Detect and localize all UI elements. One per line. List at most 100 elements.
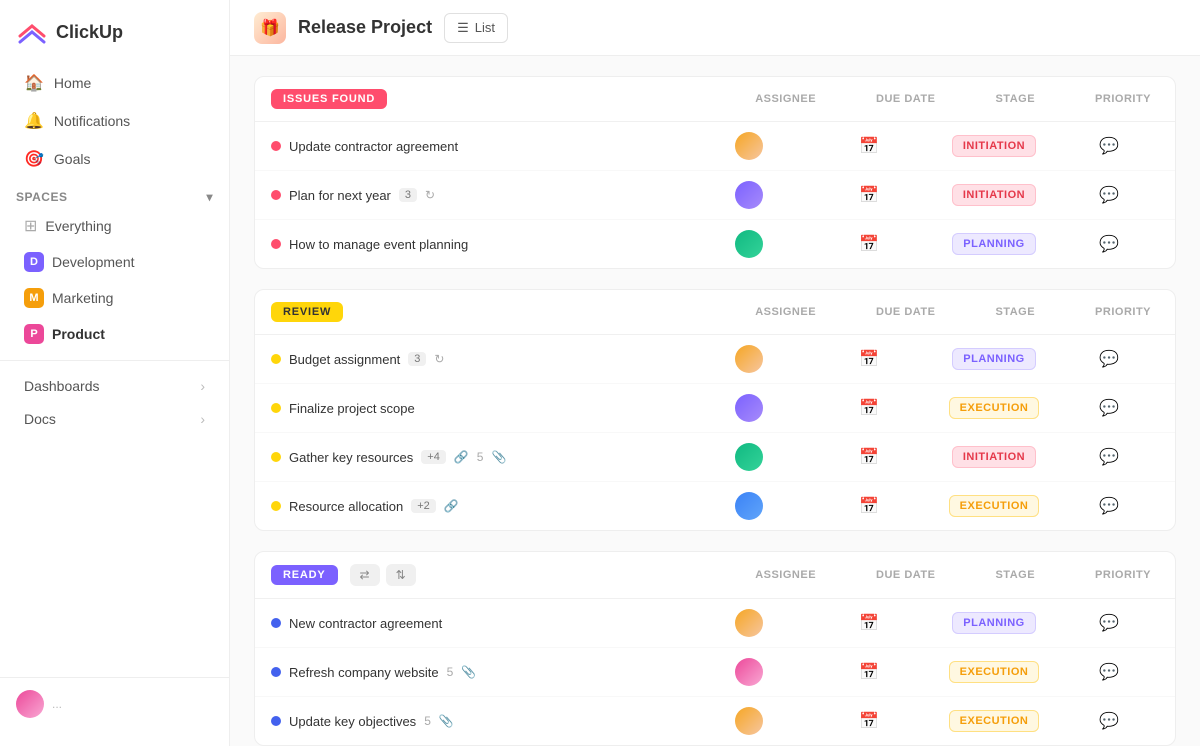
filter-btn[interactable]: ⇄ <box>350 564 380 586</box>
stage-badge: EXECUTION <box>949 710 1040 732</box>
task-row[interactable]: How to manage event planning 📅 PLANNING … <box>255 220 1175 268</box>
list-view-tab[interactable]: ☰ List <box>444 13 508 43</box>
task-name-text: How to manage event planning <box>289 237 468 252</box>
link-icon: 🔗 <box>454 450 469 464</box>
section-review-header: REVIEW ASSIGNEE DUE DATE STAGE PRIORITY <box>255 290 1175 335</box>
stage-badge: INITIATION <box>952 446 1036 468</box>
user-avatar <box>16 690 44 718</box>
task-name-text: Budget assignment <box>289 352 400 367</box>
nav-home[interactable]: 🏠 Home <box>8 65 221 101</box>
sort-icon: ⇅ <box>396 568 406 582</box>
stage-badge: PLANNING <box>952 233 1035 255</box>
calendar-icon: 📅 <box>859 711 879 731</box>
marketing-dot: M <box>24 288 44 308</box>
sidebar: ClickUp 🏠 Home 🔔 Notifications 🎯 Goals S… <box>0 0 230 746</box>
calendar-icon: 📅 <box>859 234 879 254</box>
task-dot <box>271 141 281 151</box>
task-row[interactable]: Finalize project scope 📅 EXECUTION 💬 <box>255 384 1175 433</box>
col-assignee-2: ASSIGNEE <box>755 569 816 581</box>
sidebar-item-development[interactable]: D Development <box>8 245 221 279</box>
task-dot <box>271 501 281 511</box>
task-row[interactable]: Update contractor agreement 📅 INITIATION… <box>255 122 1175 171</box>
user-area: ... <box>0 677 229 730</box>
development-dot: D <box>24 252 44 272</box>
comment-icon: 💬 <box>1099 613 1119 633</box>
ready-badge: READY <box>271 565 338 585</box>
task-dot <box>271 354 281 364</box>
task-row[interactable]: Budget assignment 3 ↻ 📅 PLANNING 💬 <box>255 335 1175 384</box>
section-issues-found: ISSUES FOUND ASSIGNEE DUE DATE STAGE PRI… <box>254 76 1176 269</box>
comment-icon: 💬 <box>1099 136 1119 156</box>
stage-badge: EXECUTION <box>949 661 1040 683</box>
task-name-text: Refresh company website <box>289 665 439 680</box>
col-duedate-2: DUE DATE <box>876 569 935 581</box>
task-count: 3 <box>408 352 426 366</box>
review-badge: REVIEW <box>271 302 343 322</box>
paperclip-icon: 📎 <box>491 450 506 464</box>
calendar-icon: 📅 <box>859 613 879 633</box>
col-duedate-0: DUE DATE <box>876 93 935 105</box>
sidebar-item-product[interactable]: P Product <box>8 317 221 351</box>
everything-label: Everything <box>45 218 111 234</box>
col-priority-1: PRIORITY <box>1095 306 1151 318</box>
sort-btn[interactable]: ⇅ <box>386 564 416 586</box>
app-name: ClickUp <box>56 22 123 43</box>
task-row[interactable]: Gather key resources +4 🔗 5 📎 📅 INITIATI… <box>255 433 1175 482</box>
task-name-text: Finalize project scope <box>289 401 415 416</box>
marketing-label: Marketing <box>52 290 113 306</box>
col-stage-2: STAGE <box>995 569 1035 581</box>
avatar <box>735 609 763 637</box>
top-bar: 🎁 Release Project ☰ List <box>230 0 1200 56</box>
task-row[interactable]: Plan for next year 3 ↻ 📅 INITIATION 💬 <box>255 171 1175 220</box>
task-dot <box>271 716 281 726</box>
task-row[interactable]: Resource allocation +2 🔗 📅 EXECUTION 💬 <box>255 482 1175 530</box>
chevron-right-icon: › <box>200 378 205 394</box>
paperclip-icon: 📎 <box>439 714 454 728</box>
task-extra: +4 <box>421 450 446 464</box>
avatar <box>735 132 763 160</box>
calendar-icon: 📅 <box>859 398 879 418</box>
stage-badge: PLANNING <box>952 348 1035 370</box>
link-icon: 🔗 <box>444 499 459 513</box>
task-extra: +2 <box>411 499 436 513</box>
sidebar-item-marketing[interactable]: M Marketing <box>8 281 221 315</box>
attachment-count: 5 <box>447 665 454 679</box>
nav-docs[interactable]: Docs › <box>8 403 221 435</box>
task-name-text: Plan for next year <box>289 188 391 203</box>
filter-icon: ⇄ <box>360 568 370 582</box>
task-row[interactable]: Refresh company website 5 📎 📅 EXECUTION … <box>255 648 1175 697</box>
task-name-text: New contractor agreement <box>289 616 442 631</box>
task-row[interactable]: Update key objectives 5 📎 📅 EXECUTION 💬 <box>255 697 1175 745</box>
task-dot <box>271 667 281 677</box>
home-icon: 🏠 <box>24 73 44 93</box>
stage-badge: PLANNING <box>952 612 1035 634</box>
sidebar-item-everything[interactable]: ⊞ Everything <box>8 209 221 243</box>
bottom-nav: Dashboards › Docs › <box>0 360 229 436</box>
col-assignee-1: ASSIGNEE <box>755 306 816 318</box>
goals-icon: 🎯 <box>24 149 44 169</box>
task-count: 3 <box>399 188 417 202</box>
nav-notifications[interactable]: 🔔 Notifications <box>8 103 221 139</box>
chevron-down-icon: ▾ <box>206 190 213 204</box>
calendar-icon: 📅 <box>859 349 879 369</box>
col-assignee-0: ASSIGNEE <box>755 93 816 105</box>
comment-icon: 💬 <box>1099 711 1119 731</box>
main-content: 🎁 Release Project ☰ List ISSUES FOUND AS… <box>230 0 1200 746</box>
avatar <box>735 230 763 258</box>
logo[interactable]: ClickUp <box>0 16 229 64</box>
task-row[interactable]: New contractor agreement 📅 PLANNING 💬 <box>255 599 1175 648</box>
avatar <box>735 345 763 373</box>
task-name-text: Gather key resources <box>289 450 413 465</box>
nav-dashboards[interactable]: Dashboards › <box>8 370 221 402</box>
task-name-text: Update contractor agreement <box>289 139 458 154</box>
col-duedate-1: DUE DATE <box>876 306 935 318</box>
avatar <box>735 492 763 520</box>
stage-badge: EXECUTION <box>949 397 1040 419</box>
comment-icon: 💬 <box>1099 185 1119 205</box>
paperclip-icon: 📎 <box>461 665 476 679</box>
grid-icon: ⊞ <box>24 216 37 236</box>
col-stage-1: STAGE <box>995 306 1035 318</box>
nav-goals[interactable]: 🎯 Goals <box>8 141 221 177</box>
col-stage-0: STAGE <box>995 93 1035 105</box>
avatar <box>735 181 763 209</box>
